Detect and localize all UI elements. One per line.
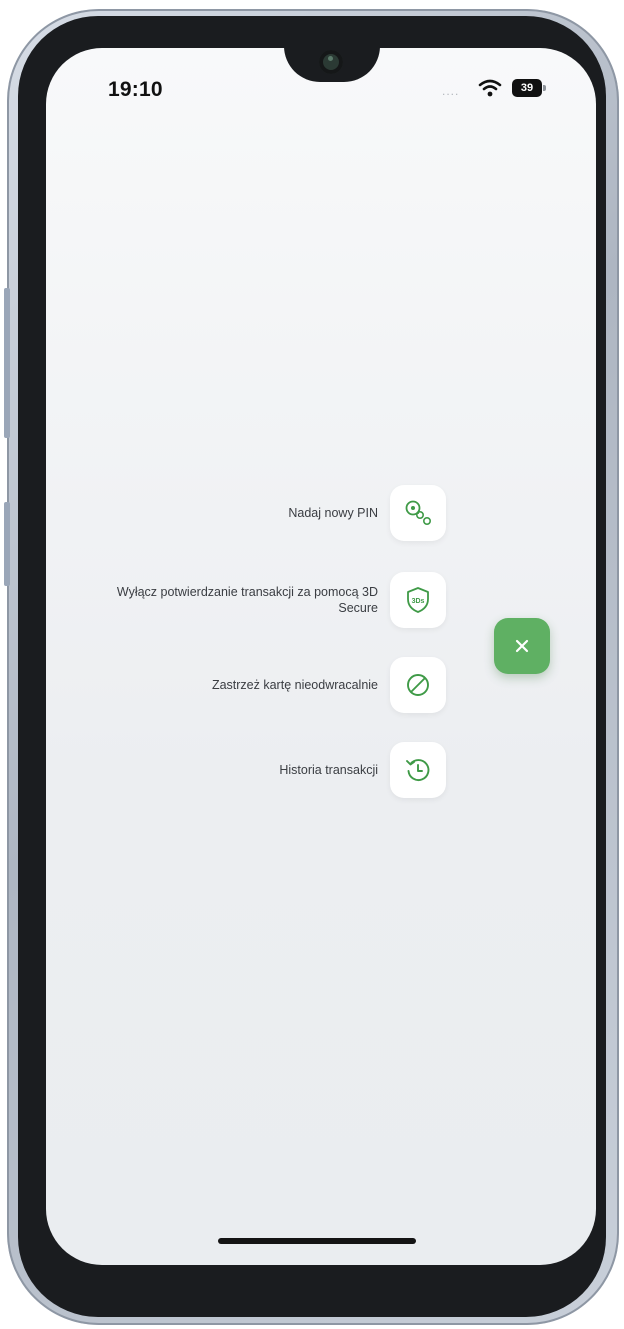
home-indicator[interactable] bbox=[218, 1238, 416, 1244]
front-camera-icon bbox=[319, 50, 343, 74]
wifi-icon bbox=[478, 79, 502, 97]
shield-3ds-icon: 3Ds bbox=[407, 587, 429, 613]
block-icon bbox=[407, 674, 429, 696]
menu-item-label: Historia transakcji bbox=[279, 763, 378, 777]
status-time: 19:10 bbox=[108, 78, 163, 101]
menu-item-label: Wyłącz potwierdzanie transakcji za pomoc… bbox=[116, 585, 378, 615]
disable-3ds-button[interactable]: 3Ds bbox=[390, 572, 446, 628]
menu-item-new-pin[interactable]: Nadaj nowy PIN bbox=[46, 485, 446, 541]
block-card-button[interactable] bbox=[390, 657, 446, 713]
close-button[interactable] bbox=[494, 618, 550, 674]
menu-item-transaction-history[interactable]: Historia transakcji bbox=[46, 742, 446, 798]
menu-item-label: Nadaj nowy PIN bbox=[288, 506, 378, 520]
volume-up-button bbox=[4, 288, 10, 438]
menu-item-block-card[interactable]: Zastrzeż kartę nieodwracalnie bbox=[46, 657, 446, 713]
menu-item-label: Zastrzeż kartę nieodwracalnie bbox=[211, 678, 378, 692]
volume-down-button bbox=[4, 502, 10, 586]
menu-item-disable-3ds[interactable]: Wyłącz potwierdzanie transakcji za pomoc… bbox=[46, 572, 446, 628]
screen: 19:10 .... 39 Nadaj nowy PIN Wyłącz potw… bbox=[46, 48, 596, 1265]
close-icon bbox=[515, 639, 529, 653]
svg-text:3Ds: 3Ds bbox=[412, 598, 425, 605]
battery-level: 39 bbox=[512, 79, 542, 97]
history-clock-icon bbox=[406, 759, 430, 781]
battery-icon: 39 bbox=[512, 79, 546, 97]
battery-cap bbox=[543, 85, 546, 91]
signal-dots: .... bbox=[442, 84, 460, 98]
transaction-history-button[interactable] bbox=[390, 742, 446, 798]
new-pin-button[interactable] bbox=[390, 485, 446, 541]
key-pin-icon bbox=[405, 500, 431, 525]
